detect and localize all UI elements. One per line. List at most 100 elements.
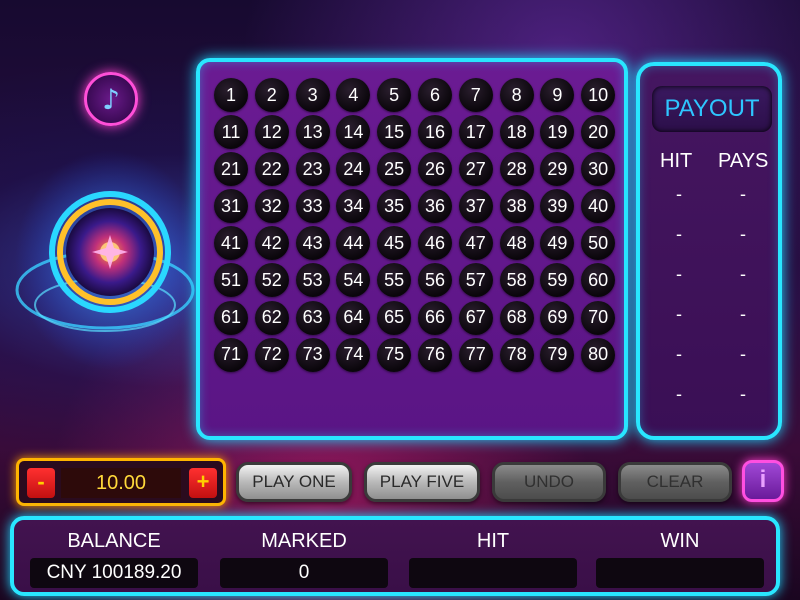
marked-value: 0 [220, 558, 388, 588]
marked-stat: MARKED 0 [220, 520, 388, 588]
number-ball[interactable]: 44 [336, 226, 371, 261]
payout-pays-cell: - [740, 304, 746, 324]
number-ball[interactable]: 20 [581, 115, 616, 150]
number-ball[interactable]: 21 [214, 152, 248, 187]
number-ball[interactable]: 47 [458, 226, 493, 261]
marked-label: MARKED [261, 530, 347, 552]
number-ball[interactable]: 4 [336, 78, 371, 112]
number-ball[interactable]: 36 [417, 189, 452, 224]
payout-pays-header: PAYS [718, 150, 769, 172]
number-ball[interactable]: 14 [336, 115, 371, 150]
number-ball[interactable]: 53 [295, 263, 330, 298]
number-ball[interactable]: 55 [377, 263, 412, 298]
number-ball[interactable]: 10 [581, 78, 616, 112]
number-ball[interactable]: 37 [458, 189, 493, 224]
number-ball[interactable]: 45 [377, 226, 412, 261]
number-ball[interactable]: 51 [214, 263, 248, 298]
number-ball[interactable]: 25 [377, 152, 412, 187]
number-ball[interactable]: 3 [295, 78, 330, 112]
number-ball[interactable]: 74 [336, 337, 371, 372]
number-ball[interactable]: 15 [377, 115, 412, 150]
number-ball[interactable]: 68 [499, 300, 534, 335]
number-ball[interactable]: 18 [499, 115, 534, 150]
play-one-button[interactable]: PLAY ONE [236, 462, 352, 502]
number-ball[interactable]: 71 [214, 337, 248, 372]
payout-hit-cell: - [676, 304, 682, 324]
undo-button[interactable]: UNDO [492, 462, 606, 502]
payout-title: PAYOUT [652, 86, 772, 132]
number-ball[interactable]: 22 [254, 152, 289, 187]
number-ball[interactable]: 73 [295, 337, 330, 372]
number-ball[interactable]: 38 [499, 189, 534, 224]
number-ball[interactable]: 12 [254, 115, 289, 150]
number-ball[interactable]: 48 [499, 226, 534, 261]
number-ball[interactable]: 42 [254, 226, 289, 261]
number-ball[interactable]: 8 [499, 78, 534, 112]
number-ball[interactable]: 23 [295, 152, 330, 187]
payout-pays-cell: - [740, 264, 746, 284]
number-ball[interactable]: 31 [214, 189, 248, 224]
number-ball[interactable]: 49 [540, 226, 575, 261]
number-ball[interactable]: 2 [254, 78, 289, 112]
number-ball[interactable]: 59 [540, 263, 575, 298]
number-ball[interactable]: 40 [581, 189, 616, 224]
number-ball[interactable]: 62 [254, 300, 289, 335]
number-ball[interactable]: 66 [417, 300, 452, 335]
status-bar: BALANCE CNY 100189.20 MARKED 0 HIT WIN [10, 516, 780, 596]
number-ball[interactable]: 19 [540, 115, 575, 150]
number-ball[interactable]: 34 [336, 189, 371, 224]
number-ball[interactable]: 56 [417, 263, 452, 298]
number-ball[interactable]: 54 [336, 263, 371, 298]
clear-button[interactable]: CLEAR [618, 462, 732, 502]
payout-hit-header: HIT [660, 150, 693, 172]
number-ball[interactable]: 78 [499, 337, 534, 372]
number-ball[interactable]: 58 [499, 263, 534, 298]
number-ball[interactable]: 69 [540, 300, 575, 335]
number-ball[interactable]: 79 [540, 337, 575, 372]
number-ball[interactable]: 13 [295, 115, 330, 150]
number-ball[interactable]: 30 [581, 152, 616, 187]
number-ball[interactable]: 6 [417, 78, 452, 112]
number-ball[interactable]: 16 [417, 115, 452, 150]
number-ball[interactable]: 77 [458, 337, 493, 372]
payout-hit-cell: - [676, 264, 682, 284]
number-ball[interactable]: 5 [377, 78, 412, 112]
number-ball[interactable]: 35 [377, 189, 412, 224]
number-ball[interactable]: 1 [214, 78, 248, 112]
number-ball[interactable]: 32 [254, 189, 289, 224]
number-ball[interactable]: 76 [417, 337, 452, 372]
win-value [596, 558, 764, 588]
number-ball[interactable]: 26 [417, 152, 452, 187]
number-ball[interactable]: 67 [458, 300, 493, 335]
number-ball[interactable]: 75 [377, 337, 412, 372]
number-ball[interactable]: 27 [458, 152, 493, 187]
number-ball[interactable]: 17 [458, 115, 493, 150]
number-ball[interactable]: 60 [581, 263, 616, 298]
number-ball[interactable]: 50 [581, 226, 616, 261]
number-ball[interactable]: 24 [336, 152, 371, 187]
number-ball[interactable]: 65 [377, 300, 412, 335]
number-ball[interactable]: 61 [214, 300, 248, 335]
number-ball[interactable]: 43 [295, 226, 330, 261]
number-ball[interactable]: 29 [540, 152, 575, 187]
number-ball[interactable]: 64 [336, 300, 371, 335]
number-ball[interactable]: 7 [458, 78, 493, 112]
number-ball[interactable]: 63 [295, 300, 330, 335]
number-ball[interactable]: 9 [540, 78, 575, 112]
number-ball[interactable]: 70 [581, 300, 616, 335]
number-ball[interactable]: 80 [581, 337, 616, 372]
number-ball[interactable]: 39 [540, 189, 575, 224]
number-ball[interactable]: 52 [254, 263, 289, 298]
number-ball[interactable]: 28 [499, 152, 534, 187]
music-toggle-button[interactable]: ♪ [84, 72, 138, 126]
bet-increase-button[interactable]: + [189, 468, 217, 498]
number-ball[interactable]: 33 [295, 189, 330, 224]
number-ball[interactable]: 46 [417, 226, 452, 261]
number-ball[interactable]: 41 [214, 226, 248, 261]
number-ball[interactable]: 72 [254, 337, 289, 372]
play-five-button[interactable]: PLAY FIVE [364, 462, 480, 502]
number-ball[interactable]: 57 [458, 263, 493, 298]
info-button[interactable]: i [742, 460, 784, 502]
bet-decrease-button[interactable]: - [27, 468, 55, 498]
number-ball[interactable]: 11 [214, 115, 248, 150]
